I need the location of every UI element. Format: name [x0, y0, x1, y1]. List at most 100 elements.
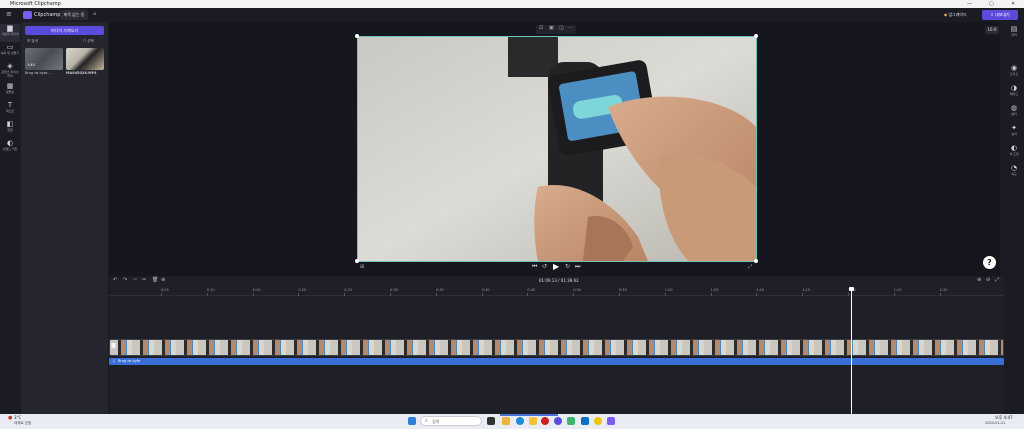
- chrome-icon[interactable]: [541, 417, 549, 425]
- media-filter[interactable]: ☰ 검색: [27, 39, 38, 44]
- skip-forward-icon[interactable]: ⏭: [575, 263, 580, 271]
- timeline-ruler[interactable]: 0:05 0:10 0:15 0:20 0:25 0:30 0:35 0:40 0:45 0:50…: [109, 288, 1004, 296]
- resize-handle[interactable]: [754, 259, 758, 263]
- close-button[interactable]: ✕: [1011, 0, 1015, 8]
- video-clip[interactable]: ◙: [109, 339, 1004, 356]
- split-icon[interactable]: ✂: [142, 277, 146, 283]
- rail-item-your-media[interactable]: ▆ 사용자 미디어: [0, 24, 20, 42]
- rail-label: 색 조정: [1009, 152, 1019, 156]
- upgrade-button[interactable]: ◆ 업그레이드: [944, 10, 978, 20]
- start-icon[interactable]: [408, 417, 416, 425]
- rail-item-record[interactable]: ▭ 녹화 및 만들기: [0, 43, 20, 61]
- media-name: Brng ds byte...: [25, 71, 51, 75]
- file-explorer-icon[interactable]: [502, 417, 510, 425]
- clipchamp-taskbar-icon[interactable]: [607, 417, 615, 425]
- rail-label: 필터: [1011, 112, 1017, 116]
- clip-camera-icon: ◙: [111, 343, 116, 349]
- rail-item-captions[interactable]: ▤ 자막: [1004, 25, 1024, 43]
- hamburger-menu-icon[interactable]: ≡: [6, 10, 12, 18]
- rail-item-fade[interactable]: ◑ 페이드: [1004, 84, 1024, 102]
- rail-item-brand-kit[interactable]: ◐ 브랜드 키트: [0, 139, 20, 157]
- add-to-timeline-icon[interactable]: ⊕: [161, 277, 165, 283]
- color-icon: ◐: [1010, 144, 1018, 152]
- rail-item-speed[interactable]: ◔ 속도: [1004, 164, 1024, 182]
- rail-label: 콘텐츠 라이브러리: [1, 70, 19, 78]
- rail-label: 사용자 미디어: [1, 32, 19, 36]
- resize-handle[interactable]: [355, 259, 359, 263]
- delete-icon[interactable]: 🗑: [152, 277, 158, 283]
- rail-item-templates[interactable]: ▦ 템플릿: [0, 82, 20, 100]
- playhead[interactable]: [849, 287, 854, 414]
- ruler-tick: [619, 293, 620, 296]
- rail-label: 페이드: [1009, 92, 1019, 96]
- zoom-out-icon[interactable]: ⊖: [986, 277, 990, 283]
- rail-item-audio[interactable]: ◉ 오디오: [1004, 64, 1024, 82]
- ruler-tick-label: 0:10: [206, 288, 215, 292]
- media-select[interactable]: ☐ 선택: [83, 39, 94, 44]
- skip-back-icon[interactable]: ⏮: [532, 263, 537, 271]
- clipchamp-logo-icon: [23, 11, 32, 19]
- app-icon[interactable]: [554, 417, 562, 425]
- forward-5-icon[interactable]: ↻: [565, 263, 570, 270]
- more-icon[interactable]: ⋯: [568, 25, 573, 31]
- fade-icon: ◑: [1010, 84, 1018, 92]
- rail-item-content-library[interactable]: ◈ 콘텐츠 라이브러리: [0, 62, 20, 80]
- clock-date[interactable]: 2024-01-21: [985, 421, 1005, 425]
- audio-track-label: Brng ds byte: [118, 359, 141, 363]
- fit-icon[interactable]: ▣: [549, 25, 554, 31]
- aspect-ratio-button[interactable]: 16:9: [985, 26, 999, 34]
- ruler-tick-label: 0:15: [252, 288, 261, 292]
- ruler-tick: [252, 293, 254, 296]
- ruler-tick-label: 1:30: [939, 288, 948, 292]
- fullscreen-icon[interactable]: ⤢: [748, 264, 752, 270]
- captions-icon: ▤: [1010, 25, 1018, 33]
- resize-handle[interactable]: [754, 34, 758, 38]
- edge-icon[interactable]: [516, 417, 524, 425]
- undo-icon[interactable]: ↶: [113, 277, 117, 283]
- taskbar-search[interactable]: ⌕ 검색: [420, 416, 482, 426]
- zoom-in-icon[interactable]: ⊕: [977, 277, 981, 283]
- filters-icon: ◍: [1010, 104, 1018, 112]
- video-frame: [358, 37, 756, 262]
- rewind-5-icon[interactable]: ↺: [542, 263, 547, 270]
- app-icon[interactable]: [567, 417, 575, 425]
- media-thumbnail[interactable]: 1:40: [25, 48, 63, 70]
- timeline[interactable]: ↶ ↷ ✂ ✂ 🗑 ⊕ 01:09.13 / 01:39.62 ⊕ ⊖ ⤢ 0:…: [109, 277, 1004, 414]
- weather-icon[interactable]: ●: [8, 415, 12, 421]
- redo-icon[interactable]: ↷: [123, 277, 127, 283]
- zoom-fit-icon[interactable]: ⤢: [995, 277, 999, 283]
- task-view-icon[interactable]: [487, 417, 495, 425]
- rail-item-text[interactable]: T 텍스트: [0, 101, 20, 119]
- minimize-button[interactable]: —: [967, 0, 972, 8]
- rail-item-filters[interactable]: ◍ 필터: [1004, 104, 1024, 122]
- export-button[interactable]: ⇧ 내보내기: [982, 10, 1018, 20]
- cut-icon[interactable]: ✂: [133, 277, 137, 283]
- upgrade-label: 업그레이드: [948, 12, 967, 17]
- audio-track[interactable]: ♫ Brng ds byte: [109, 358, 1004, 365]
- maximize-button[interactable]: ▢: [989, 0, 994, 8]
- rail-label: 템플릿: [5, 90, 15, 94]
- ruler-tick: [848, 293, 849, 296]
- rail-item-effects[interactable]: ✦ 효과: [1004, 124, 1024, 142]
- video-canvas[interactable]: [355, 34, 758, 263]
- record-icon: ▭: [6, 43, 14, 51]
- app-icon[interactable]: [594, 417, 602, 425]
- weather-temp[interactable]: 3°C: [14, 415, 21, 420]
- folder-app-icon[interactable]: [529, 417, 537, 425]
- diamond-icon: ◆: [944, 12, 948, 17]
- import-media-button[interactable]: 미디어 가져오기: [25, 26, 104, 35]
- media-thumbnail[interactable]: [66, 48, 104, 70]
- project-title[interactable]: 제목 없는 동: [60, 10, 88, 20]
- transitions-icon: ◧: [6, 120, 14, 128]
- play-icon[interactable]: ▶: [553, 262, 559, 271]
- help-button[interactable]: ?: [983, 256, 996, 269]
- cloud-sync-icon[interactable]: ⌂: [93, 11, 96, 17]
- crop-icon[interactable]: ⊡: [539, 25, 543, 31]
- resize-handle[interactable]: [355, 34, 359, 38]
- playhead-handle[interactable]: [849, 287, 854, 291]
- split-screen-icon[interactable]: ⊞: [360, 264, 364, 270]
- rail-item-transitions[interactable]: ◧ 전환: [0, 120, 20, 138]
- app-icon[interactable]: [581, 417, 589, 425]
- rail-item-color[interactable]: ◐ 색 조정: [1004, 144, 1024, 162]
- pip-icon[interactable]: ◫: [559, 25, 564, 31]
